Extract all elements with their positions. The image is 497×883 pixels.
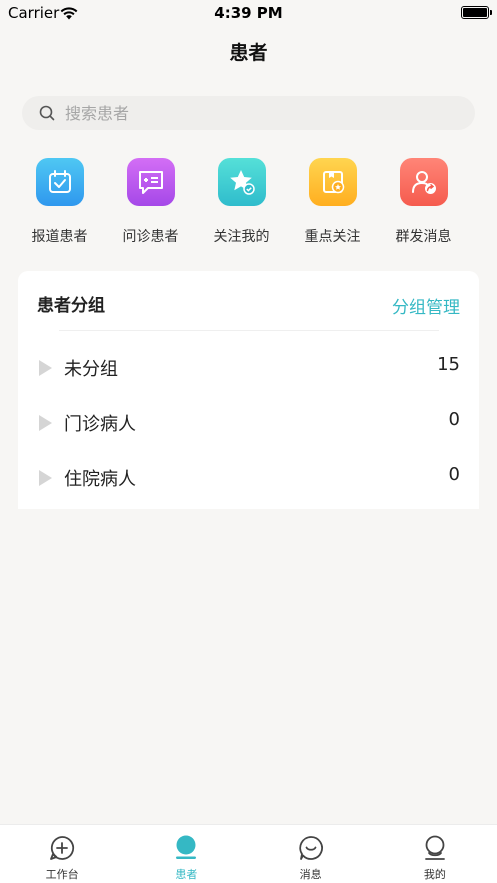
tab-label: 我的 (423, 868, 446, 881)
action-report-patients[interactable]: 报道患者 (14, 158, 105, 254)
action-broadcast-message[interactable]: 群发消息 (378, 158, 469, 254)
group-row-outpatient[interactable]: 门诊病人 0 (18, 394, 479, 449)
groups-title: 患者分组 (37, 296, 105, 316)
action-following-me[interactable]: 关注我的 (196, 158, 287, 254)
tab-profile[interactable]: 我的 (373, 825, 497, 883)
message-icon (298, 835, 324, 861)
group-row-ungrouped[interactable]: 未分组 15 (18, 339, 479, 394)
search-input[interactable] (65, 96, 455, 130)
tab-messages[interactable]: 消息 (249, 825, 373, 883)
tab-bar: 工作台 患者 消息 我的 (0, 824, 497, 883)
expand-arrow-icon (39, 470, 52, 486)
group-count: 0 (448, 409, 460, 430)
star-badge-icon (217, 158, 266, 206)
search-icon (39, 105, 55, 125)
user-share-icon (399, 158, 448, 206)
patient-groups-card: 患者分组 分组管理 未分组 15 门诊病人 0 住院病人 0 (18, 271, 479, 509)
group-count: 15 (437, 354, 460, 375)
action-consult-patients[interactable]: 问诊患者 (105, 158, 196, 254)
tab-patients[interactable]: 患者 (124, 825, 248, 883)
patient-icon (173, 835, 199, 861)
action-label: 问诊患者 (122, 229, 179, 245)
action-key-attention[interactable]: 重点关注 (287, 158, 378, 254)
chat-bubble-icon (126, 158, 175, 206)
expand-arrow-icon (39, 415, 52, 431)
manage-groups-button[interactable]: 分组管理 (392, 293, 460, 318)
action-label: 关注我的 (213, 229, 270, 245)
group-name: 住院病人 (64, 469, 136, 490)
action-label: 报道患者 (31, 229, 88, 245)
group-count: 0 (448, 464, 460, 485)
quick-actions: 报道患者 问诊患者 关注我的 重点关注 群发消息 (14, 158, 483, 254)
battery-icon (461, 6, 492, 19)
group-name: 门诊病人 (64, 414, 136, 435)
bookmark-star-icon (308, 158, 357, 206)
status-bar: Carrier 4:39 PM (0, 0, 497, 26)
tab-label: 患者 (175, 868, 198, 881)
tab-workbench[interactable]: 工作台 (0, 825, 124, 883)
divider (59, 330, 439, 331)
group-name: 未分组 (64, 359, 118, 380)
page-title: 患者 (229, 42, 268, 64)
action-label: 群发消息 (395, 229, 452, 245)
status-time: 4:39 PM (214, 4, 283, 22)
tab-label: 消息 (299, 868, 322, 881)
search-bar[interactable] (22, 96, 475, 130)
tab-label: 工作台 (45, 868, 79, 881)
action-label: 重点关注 (304, 229, 361, 245)
profile-icon (422, 835, 448, 861)
plus-bubble-icon (49, 835, 75, 861)
calendar-check-icon (35, 158, 84, 206)
expand-arrow-icon (39, 360, 52, 376)
group-row-inpatient[interactable]: 住院病人 0 (18, 449, 479, 504)
